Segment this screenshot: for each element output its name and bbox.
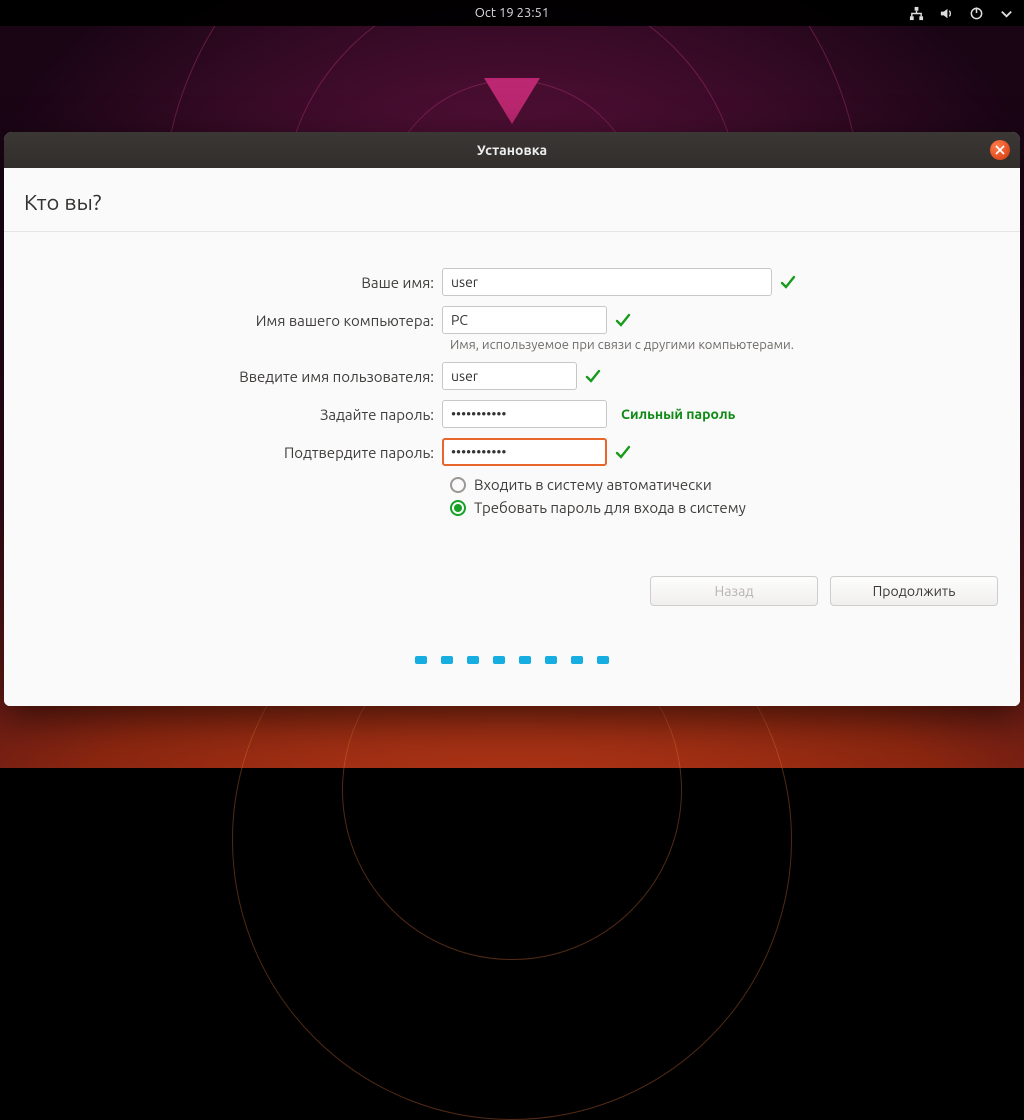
radio-auto-login[interactable]: Входить в систему автоматически [450,476,1020,493]
password-strength: Сильный пароль [621,406,735,422]
confirm-password-input[interactable] [442,438,607,466]
network-icon[interactable] [908,5,924,21]
decorative-wedge [484,78,540,124]
progress-dot [441,656,453,664]
back-button[interactable]: Назад [650,576,818,606]
system-tray[interactable] [908,5,1014,21]
volume-icon[interactable] [938,5,954,21]
progress-dot [415,656,427,664]
installer-window: Установка Кто вы? Ваше имя: Имя вашего к… [4,132,1020,706]
progress-dot [519,656,531,664]
power-icon[interactable] [968,5,984,21]
continue-button[interactable]: Продолжить [830,576,998,606]
check-icon [780,274,796,290]
username-label: Введите имя пользователя: [4,368,442,385]
username-input[interactable] [442,362,577,390]
footer-buttons: Назад Продолжить [650,576,998,606]
window-title: Установка [477,142,547,158]
name-input[interactable] [442,268,772,296]
hostname-label: Имя вашего компьютера: [4,312,442,329]
user-form: Ваше имя: Имя вашего компьютера: Имя [4,232,1020,516]
hostname-input[interactable] [442,306,607,334]
progress-dot [597,656,609,664]
progress-dot [571,656,583,664]
progress-dot [493,656,505,664]
page-title: Кто вы? [4,168,1020,231]
radio-icon [450,477,466,493]
radio-label: Входить в систему автоматически [474,476,712,493]
radio-label: Требовать пароль для входа в систему [474,499,746,516]
check-icon [585,368,601,384]
progress-dot [545,656,557,664]
check-icon [615,444,631,460]
radio-require-password[interactable]: Требовать пароль для входа в систему [450,499,1020,516]
progress-dot [467,656,479,664]
installer-content: Кто вы? Ваше имя: Имя вашего компьютера: [4,168,1020,706]
password-input[interactable] [442,400,607,428]
progress-dots [4,656,1020,664]
name-label: Ваше имя: [4,274,442,291]
window-titlebar[interactable]: Установка [4,132,1020,168]
gnome-topbar: Oct 19 23:51 [0,0,1024,26]
hostname-helper: Имя, используемое при связи с другими ко… [450,338,1020,352]
confirm-password-label: Подтвердите пароль: [4,444,442,461]
close-button[interactable] [990,140,1010,160]
password-label: Задайте пароль: [4,406,442,423]
chevron-down-icon[interactable] [998,5,1014,21]
radio-icon [450,500,466,516]
login-mode-group: Входить в систему автоматически Требоват… [450,476,1020,516]
check-icon [615,312,631,328]
clock[interactable]: Oct 19 23:51 [475,6,549,20]
